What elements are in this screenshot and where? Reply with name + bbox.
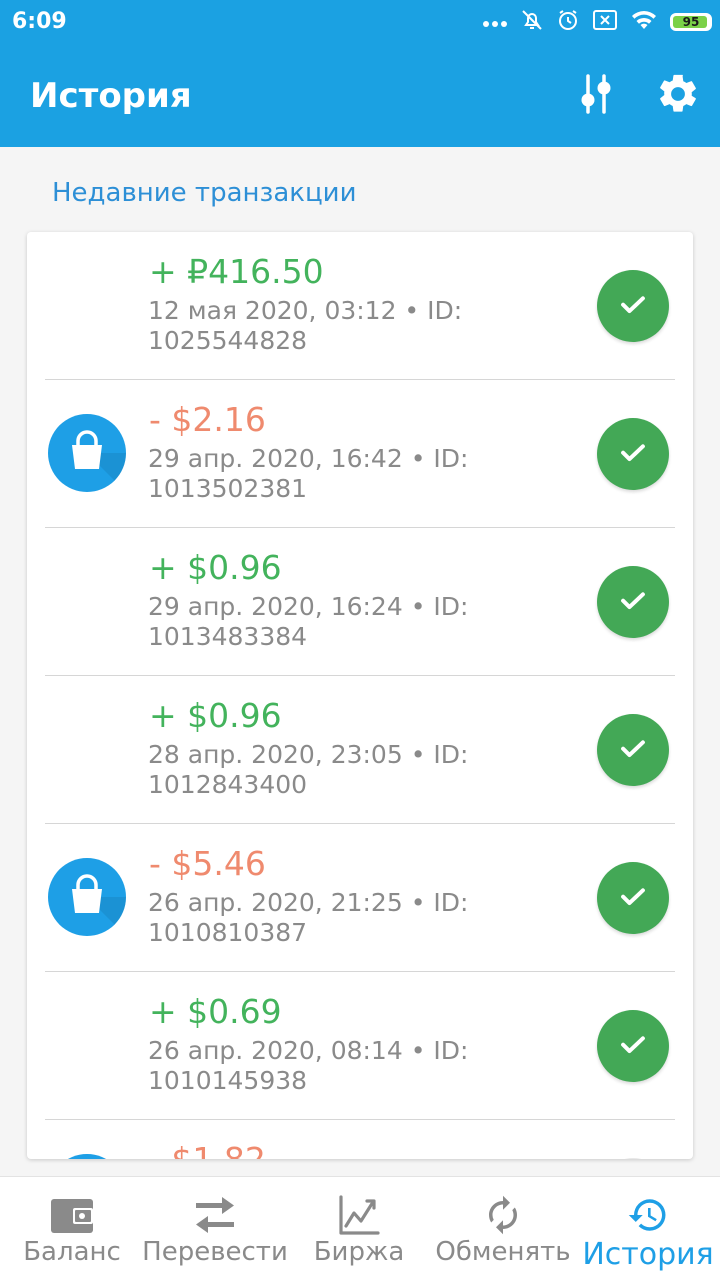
more-dots-icon [482, 13, 508, 32]
transaction-amount: - $1.82 [149, 1140, 266, 1159]
settings-button[interactable] [654, 72, 702, 120]
check-icon [616, 583, 650, 621]
shopping-bag-icon [48, 1154, 126, 1159]
transaction-amount: + $0.96 [149, 696, 282, 735]
transaction-row[interactable]: + $0.96 29 апр. 2020, 16:24 • ID: 101348… [27, 528, 693, 676]
bottom-navigation: Баланс Перевести Биржа Обменять История [0, 1176, 720, 1281]
transaction-row[interactable]: + ₽416.50 12 мая 2020, 03:12 • ID: 10255… [27, 232, 693, 380]
nav-exchange-market[interactable]: Биржа [310, 1177, 408, 1281]
check-icon [616, 287, 650, 325]
transaction-amount: + $0.69 [149, 992, 282, 1031]
nav-label-history: История [582, 1237, 714, 1272]
status-badge [597, 418, 669, 490]
alarm-icon [556, 8, 580, 36]
refresh-icon [482, 1193, 524, 1237]
section-title: Недавние транзакции [52, 178, 357, 208]
transaction-meta: 29 апр. 2020, 16:42 • ID: 1013502381 [148, 444, 469, 503]
nav-label-transfer: Перевести [142, 1237, 288, 1267]
nav-swap[interactable]: Обменять [435, 1177, 571, 1281]
notifications-off-icon [520, 8, 544, 36]
status-badge [597, 566, 669, 638]
transaction-row[interactable]: + $0.96 28 апр. 2020, 23:05 • ID: 101284… [27, 676, 693, 824]
status-badge [597, 1158, 669, 1159]
status-icons: 95 [482, 8, 712, 36]
chart-line-icon [337, 1193, 381, 1237]
transaction-meta: 26 апр. 2020, 21:25 • ID: 1010810387 [148, 888, 469, 947]
transaction-amount: - $5.46 [149, 844, 266, 883]
page-title: История [30, 76, 192, 116]
transaction-meta: 26 апр. 2020, 08:14 • ID: 1010145938 [148, 1036, 469, 1095]
transaction-meta: 29 апр. 2020, 16:24 • ID: 1013483384 [148, 592, 469, 651]
transaction-row[interactable]: - $2.16 29 апр. 2020, 16:42 • ID: 101350… [27, 380, 693, 528]
check-icon [616, 435, 650, 473]
check-icon [616, 1027, 650, 1065]
status-badge [597, 1010, 669, 1082]
nav-history[interactable]: История [582, 1177, 714, 1281]
status-badge [597, 862, 669, 934]
nav-label-exchange-market: Биржа [313, 1237, 405, 1267]
nav-label-swap: Обменять [435, 1237, 571, 1267]
transactions-card: + ₽416.50 12 мая 2020, 03:12 • ID: 10255… [27, 232, 693, 1159]
status-time: 6:09 [12, 9, 67, 34]
transfer-arrows-icon [192, 1193, 238, 1237]
check-icon [616, 879, 650, 917]
sim-off-icon [592, 9, 618, 35]
wallet-icon [49, 1193, 95, 1237]
status-badge [597, 270, 669, 342]
wifi-icon [630, 9, 658, 35]
transaction-amount: - $2.16 [149, 400, 266, 439]
transaction-row[interactable]: + $0.69 26 апр. 2020, 08:14 • ID: 101014… [27, 972, 693, 1120]
battery-level-text: 95 [682, 15, 700, 29]
transaction-meta: 28 апр. 2020, 23:05 • ID: 1012843400 [148, 740, 469, 799]
shopping-bag-icon [48, 858, 126, 936]
nav-label-balance: Баланс [23, 1237, 121, 1267]
nav-balance[interactable]: Баланс [18, 1177, 126, 1281]
transaction-row[interactable]: - $1.82 [27, 1120, 693, 1159]
transaction-amount: + $0.96 [149, 548, 282, 587]
transaction-meta: 12 мая 2020, 03:12 • ID: 1025544828 [148, 296, 463, 355]
transaction-amount: + ₽416.50 [149, 252, 324, 291]
shopping-bag-icon [48, 414, 126, 492]
sliders-icon [576, 72, 616, 120]
transaction-row[interactable]: - $5.46 26 апр. 2020, 21:25 • ID: 101081… [27, 824, 693, 972]
check-icon [616, 731, 650, 769]
filter-button[interactable] [572, 72, 620, 120]
gear-icon [655, 71, 701, 121]
app-bar: История [0, 44, 720, 147]
battery-icon: 95 [670, 13, 712, 31]
status-badge [597, 714, 669, 786]
history-icon [627, 1193, 669, 1237]
status-bar: 6:09 95 [0, 0, 720, 44]
nav-transfer[interactable]: Перевести [142, 1177, 288, 1281]
